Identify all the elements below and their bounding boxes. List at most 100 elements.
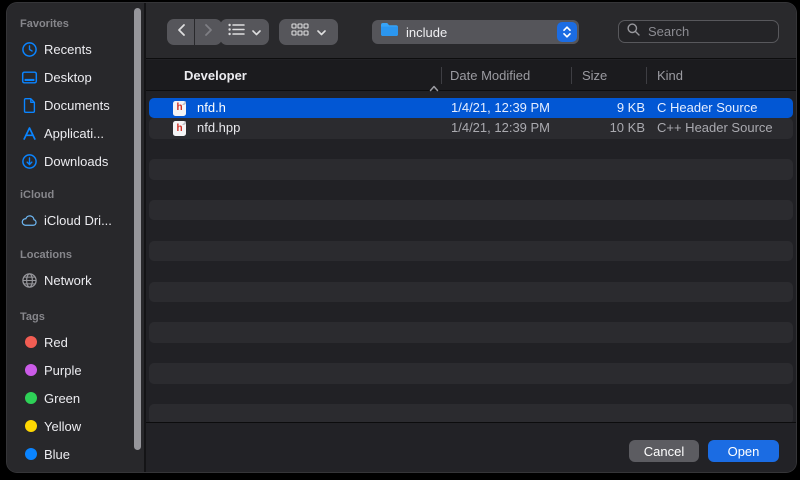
- sidebar-item-downloads[interactable]: Downloads: [7, 147, 144, 175]
- back-button[interactable]: [167, 19, 194, 45]
- tag-dot: [21, 390, 38, 407]
- empty-row: [149, 343, 793, 363]
- file-open-dialog: Favorites Recents Desktop Documents Applicat…: [6, 2, 797, 473]
- open-button[interactable]: Open: [708, 440, 779, 462]
- sidebar-item-label: Yellow: [44, 419, 81, 434]
- group-view-button[interactable]: [279, 19, 338, 45]
- empty-row: [149, 363, 793, 383]
- file-date-modified: 1/4/21, 12:39 PM: [451, 98, 550, 118]
- file-kind: C++ Header Source: [657, 118, 773, 138]
- sidebar-item-label: Purple: [44, 363, 82, 378]
- list-view-icon: [228, 23, 245, 41]
- column-separator: [441, 67, 442, 84]
- sidebar: Favorites Recents Desktop Documents Applicat…: [7, 3, 146, 472]
- toolbar: include: [146, 3, 796, 59]
- screen: Favorites Recents Desktop Documents Applicat…: [0, 0, 800, 480]
- sidebar-item-recents[interactable]: Recents: [7, 35, 144, 63]
- main-panel: include Developer Date Modified Size Kin…: [146, 3, 796, 472]
- sidebar-item-network[interactable]: Network: [7, 266, 144, 294]
- tag-dot: [21, 362, 38, 379]
- sidebar-item-icloud-dri[interactable]: iCloud Dri...: [7, 206, 144, 234]
- empty-row: [149, 302, 793, 322]
- empty-row: [149, 241, 793, 261]
- sidebar-item-label: Green: [44, 391, 80, 406]
- chevron-down-icon: [252, 23, 261, 41]
- tag-dot: [21, 418, 38, 435]
- folder-icon: [380, 22, 399, 42]
- column-header-date-modified[interactable]: Date Modified: [450, 60, 530, 91]
- dropdown-stepper-icon: [557, 22, 577, 42]
- download-circle-icon: [21, 153, 38, 170]
- sidebar-item-all-tags[interactable]: All Tags: [7, 468, 144, 473]
- column-header-row: Developer Date Modified Size Kind: [146, 60, 796, 91]
- file-kind: C Header Source: [657, 98, 757, 118]
- sidebar-item-purple[interactable]: Purple: [7, 356, 144, 384]
- file-size: 9 KB: [571, 98, 645, 118]
- empty-row: [149, 139, 793, 159]
- sidebar-section-title: Tags: [7, 306, 144, 328]
- column-separator: [571, 67, 572, 84]
- sidebar-item-label: iCloud Dri...: [44, 213, 112, 228]
- sidebar-item-red[interactable]: Red: [7, 328, 144, 356]
- empty-row: [149, 261, 793, 281]
- sidebar-section: Locations Network: [7, 244, 144, 294]
- header-file-icon: h: [173, 101, 186, 117]
- sidebar-item-label: Documents: [44, 98, 110, 113]
- search-icon: [627, 23, 640, 41]
- column-separator: [646, 67, 647, 84]
- sidebar-section-title: iCloud: [7, 184, 144, 206]
- chevron-right-icon: [204, 23, 214, 42]
- document-icon: [21, 97, 38, 114]
- file-icon-letter: h: [176, 103, 182, 113]
- empty-row: [149, 322, 793, 342]
- forward-button[interactable]: [195, 19, 222, 45]
- empty-row: [149, 220, 793, 240]
- tag-dot: [21, 334, 38, 351]
- sidebar-item-applicati[interactable]: Applicati...: [7, 119, 144, 147]
- file-date-modified: 1/4/21, 12:39 PM: [451, 118, 550, 138]
- sidebar-section: Tags Red Purple Green Yellow Blue All Tags: [7, 306, 144, 473]
- cloud-icon: [21, 212, 38, 229]
- sidebar-item-yellow[interactable]: Yellow: [7, 412, 144, 440]
- sidebar-item-label: Red: [44, 335, 68, 350]
- sidebar-section-title: Locations: [7, 244, 144, 266]
- file-row[interactable]: h nfd.hpp 1/4/21, 12:39 PM 10 KB C++ Header …: [149, 118, 793, 138]
- clock-icon: [21, 41, 38, 58]
- grid-view-icon: [291, 23, 309, 42]
- empty-row: [149, 180, 793, 200]
- sidebar-item-label: Downloads: [44, 154, 108, 169]
- column-header-kind[interactable]: Kind: [657, 60, 683, 91]
- sidebar-item-label: Desktop: [44, 70, 92, 85]
- sidebar-item-label: Applicati...: [44, 126, 104, 141]
- list-view-button[interactable]: [220, 19, 269, 45]
- sidebar-item-label: Blue: [44, 447, 70, 462]
- chevron-down-icon: [317, 23, 326, 41]
- desktop-icon: [21, 69, 38, 86]
- column-header-developer[interactable]: Developer: [184, 60, 247, 91]
- sidebar-item-green[interactable]: Green: [7, 384, 144, 412]
- sidebar-item-label: Recents: [44, 42, 92, 57]
- empty-row: [149, 282, 793, 302]
- sidebar-item-blue[interactable]: Blue: [7, 440, 144, 468]
- empty-row: [149, 159, 793, 179]
- sidebar-section-title: Favorites: [7, 13, 144, 35]
- search-field[interactable]: [618, 20, 779, 43]
- cancel-button[interactable]: Cancel: [629, 440, 699, 462]
- sidebar-item-desktop[interactable]: Desktop: [7, 63, 144, 91]
- column-header-size[interactable]: Size: [582, 60, 607, 91]
- folder-dropdown-label: include: [406, 25, 557, 40]
- file-name: nfd.hpp: [197, 118, 240, 138]
- folder-dropdown[interactable]: include: [372, 20, 579, 44]
- empty-row: [149, 200, 793, 220]
- file-size: 10 KB: [571, 118, 645, 138]
- sidebar-item-documents[interactable]: Documents: [7, 91, 144, 119]
- search-input[interactable]: [646, 23, 770, 40]
- sidebar-section: Favorites Recents Desktop Documents Applicat…: [7, 13, 144, 175]
- file-list[interactable]: h nfd.h 1/4/21, 12:39 PM 9 KB C Header Sourc…: [146, 92, 796, 422]
- empty-row: [149, 384, 793, 404]
- header-file-icon: h: [173, 121, 186, 137]
- sidebar-item-label: Network: [44, 273, 92, 288]
- tag-dot: [21, 446, 38, 463]
- file-row[interactable]: h nfd.h 1/4/21, 12:39 PM 9 KB C Header Sourc…: [149, 98, 793, 118]
- file-name: nfd.h: [197, 98, 226, 118]
